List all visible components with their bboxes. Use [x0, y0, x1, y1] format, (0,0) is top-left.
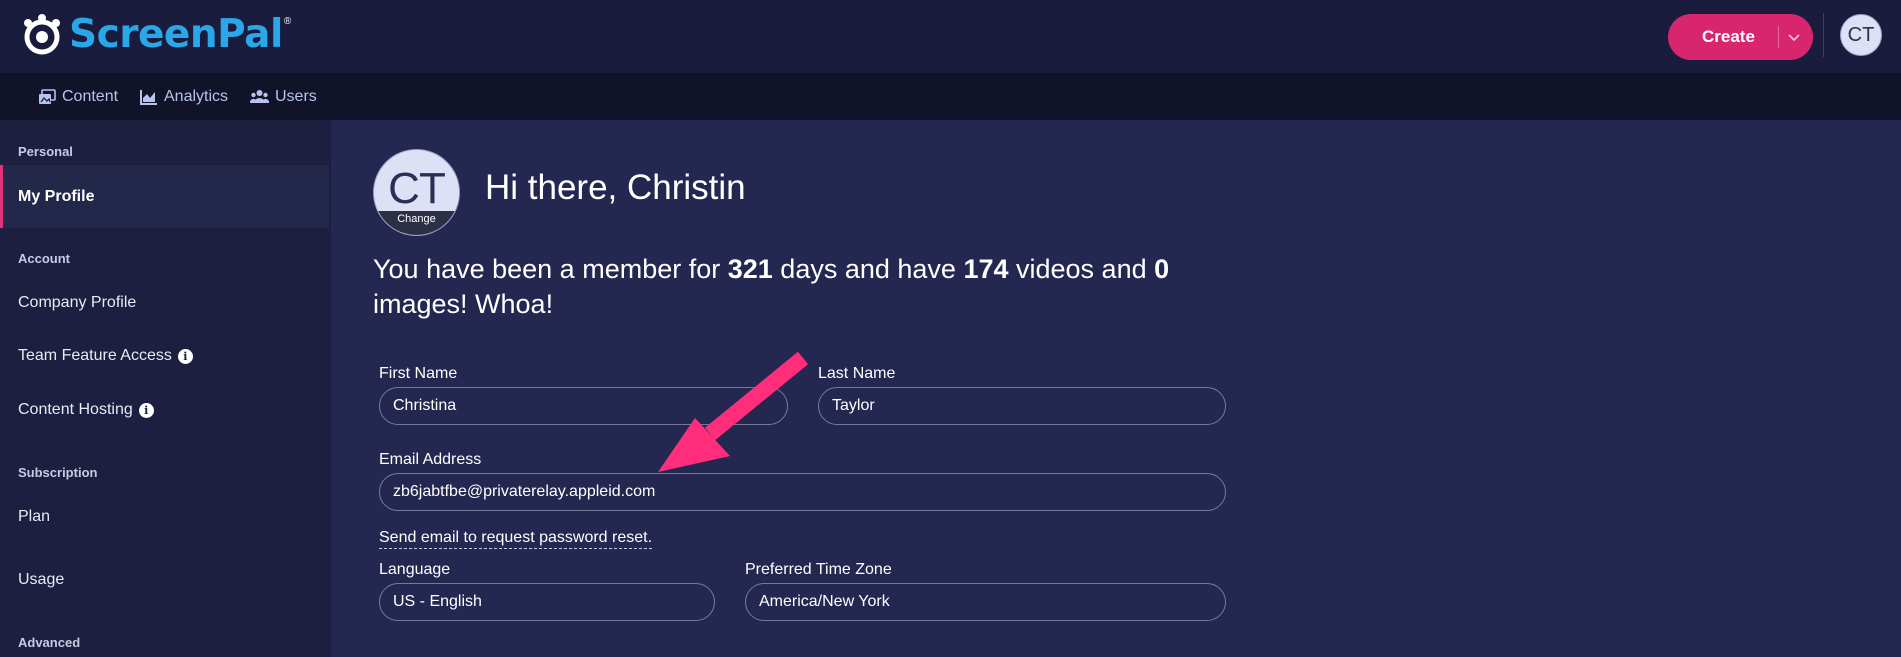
timezone-label: Preferred Time Zone — [745, 561, 892, 578]
info-icon[interactable]: i — [138, 402, 154, 418]
sidebar-section-account: Account — [18, 251, 70, 266]
sidebar-item-team-feature-access[interactable]: Team Feature Access i — [18, 347, 193, 365]
registered-mark: ® — [283, 16, 292, 27]
profile-avatar[interactable]: CT Change — [373, 149, 460, 236]
profile-greeting: Hi there, Christin — [485, 168, 746, 207]
timezone-select[interactable] — [745, 583, 1226, 621]
main-nav: Content Analytics Users — [0, 73, 1901, 120]
user-avatar[interactable]: CT — [1840, 14, 1882, 56]
member-text-mid2: videos and — [1008, 254, 1155, 284]
create-divider — [1778, 26, 1779, 48]
chevron-down-icon[interactable] — [1786, 29, 1802, 45]
top-header: ScreenPal ® Create CT — [0, 0, 1901, 73]
sidebar-item-content-hosting[interactable]: Content Hosting i — [18, 401, 154, 419]
sidebar-item-my-profile[interactable]: My Profile — [18, 188, 94, 206]
sidebar-item-plan[interactable]: Plan — [18, 508, 50, 526]
member-days-count: 321 — [727, 254, 773, 284]
first-name-label: First Name — [379, 365, 458, 382]
screenpal-logo-icon — [24, 14, 60, 55]
password-reset-link[interactable]: Send email to request password reset. — [379, 529, 653, 549]
nav-label-content: Content — [62, 87, 119, 105]
membership-summary: You have been a member for 321 days and … — [373, 252, 1223, 322]
create-button-label: Create — [1702, 27, 1755, 46]
annotation-arrow-icon — [658, 351, 809, 472]
create-button[interactable]: Create — [1668, 14, 1813, 60]
sidebar-active-indicator — [0, 165, 3, 228]
email-label: Email Address — [379, 451, 482, 468]
sidebar-section-personal: Personal — [18, 144, 73, 159]
sidebar-item-company-profile[interactable]: Company Profile — [18, 294, 136, 312]
change-avatar-button[interactable]: Change — [374, 211, 459, 235]
sidebar-item-label: Content Hosting — [18, 401, 133, 418]
nav-item-content[interactable]: Content — [38, 73, 118, 120]
last-name-label: Last Name — [818, 365, 896, 382]
language-label: Language — [379, 561, 451, 578]
member-videos-count: 174 — [963, 254, 1009, 284]
member-text-mid1: days and have — [772, 254, 964, 284]
screenpal-logo[interactable]: ScreenPal ® — [20, 12, 291, 58]
nav-item-users[interactable]: Users — [250, 73, 317, 120]
sidebar-section-subscription: Subscription — [18, 465, 98, 480]
sidebar-section-advanced: Advanced — [18, 635, 81, 650]
content-icon — [39, 88, 56, 104]
sidebar-item-label: Team Feature Access — [18, 347, 172, 364]
logo-text: ScreenPal — [69, 12, 283, 57]
info-icon[interactable]: i — [177, 348, 193, 364]
email-field[interactable] — [379, 473, 1226, 511]
profile-avatar-initials: CT — [388, 164, 446, 213]
settings-sidebar: Personal My Profile Account Company Prof… — [0, 120, 331, 657]
member-text-suffix: images! Whoa! — [373, 289, 554, 319]
last-name-field[interactable] — [818, 387, 1226, 425]
header-separator — [1823, 13, 1824, 57]
sidebar-item-usage[interactable]: Usage — [18, 571, 64, 589]
member-text-prefix: You have been a member for — [373, 254, 728, 284]
users-icon — [250, 90, 269, 103]
member-images-count: 0 — [1154, 254, 1170, 284]
nav-item-analytics[interactable]: Analytics — [140, 73, 228, 120]
nav-label-users: Users — [275, 87, 317, 105]
nav-label-analytics: Analytics — [164, 87, 229, 105]
analytics-icon — [140, 89, 157, 105]
language-select[interactable] — [379, 583, 715, 621]
